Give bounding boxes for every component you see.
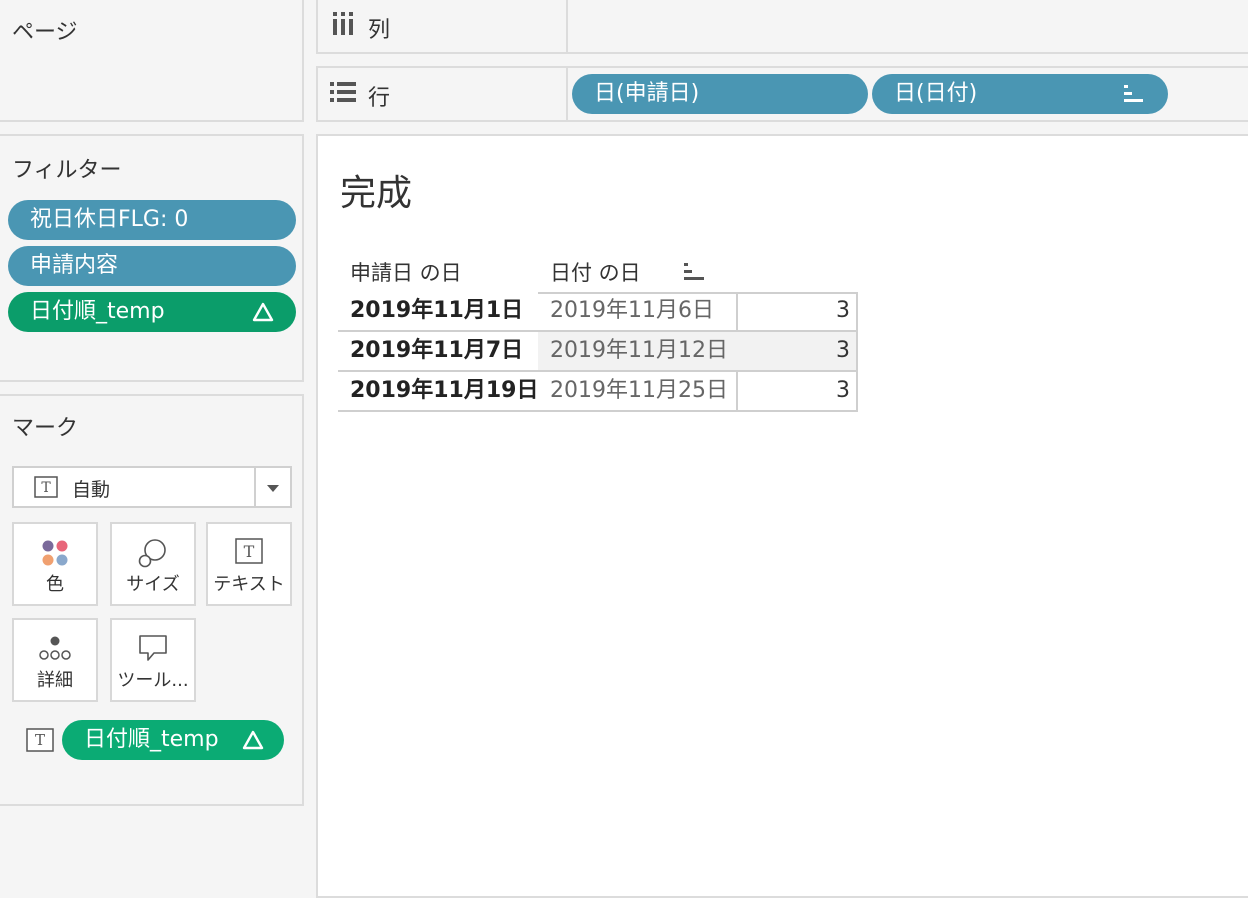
columns-icon bbox=[333, 12, 353, 35]
sort-descending-icon[interactable] bbox=[684, 262, 706, 282]
rows-pill-label: 日(申請日) bbox=[594, 81, 700, 106]
rows-shelf-label: 行 bbox=[368, 86, 391, 111]
table-calc-delta-icon bbox=[252, 302, 274, 322]
grid-line bbox=[338, 410, 858, 412]
detail-icon bbox=[39, 636, 71, 660]
row-header-date-day[interactable]: 2019年11月25日 bbox=[550, 372, 728, 410]
rows-pill-date-day[interactable]: 日(日付) bbox=[872, 74, 1168, 114]
table-calc-delta-icon bbox=[242, 730, 264, 750]
dropdown-divider bbox=[254, 468, 256, 506]
row-header-application-day[interactable]: 2019年11月19日 bbox=[350, 372, 538, 410]
grid-line bbox=[736, 372, 738, 410]
filter-pill-label: 祝日休日FLG: 0 bbox=[30, 207, 189, 232]
marks-panel: マーク T 自動 色 サイズ T テキスト 詳細 ツール... T 日付順_te… bbox=[0, 394, 304, 806]
filter-pill-label: 申請内容 bbox=[30, 253, 119, 278]
size-icon bbox=[138, 539, 166, 568]
text-encoding-icon[interactable]: T bbox=[26, 728, 54, 752]
filters-title: フィルター bbox=[12, 158, 122, 183]
marks-title: マーク bbox=[12, 416, 79, 441]
value-cell[interactable]: 3 bbox=[836, 372, 850, 410]
mark-card-size[interactable]: サイズ bbox=[110, 522, 196, 606]
rows-icon bbox=[330, 82, 356, 102]
columns-shelf-label: 列 bbox=[368, 18, 391, 43]
svg-text:T: T bbox=[41, 480, 51, 496]
sheet-title: 完成 bbox=[340, 173, 413, 214]
columns-shelf[interactable]: 列 bbox=[316, 0, 1248, 54]
mark-card-text[interactable]: T テキスト bbox=[206, 522, 292, 606]
rows-pill-label: 日(日付) bbox=[894, 81, 978, 106]
column-header-date-day[interactable]: 日付 の日 bbox=[550, 254, 641, 292]
grid-line bbox=[736, 292, 738, 330]
row-header-application-day[interactable]: 2019年11月1日 bbox=[350, 292, 523, 330]
mark-card-label: テキスト bbox=[213, 574, 285, 595]
svg-text:T: T bbox=[244, 542, 255, 561]
value-cell[interactable]: 3 bbox=[836, 332, 850, 370]
pages-panel: ページ bbox=[0, 0, 304, 122]
tooltip-icon bbox=[139, 635, 167, 661]
grid-line bbox=[856, 292, 858, 412]
pages-title: ページ bbox=[12, 20, 78, 45]
row-header-application-day[interactable]: 2019年11月7日 bbox=[350, 332, 523, 370]
rows-pill-application-day[interactable]: 日(申請日) bbox=[572, 74, 868, 114]
mark-card-color[interactable]: 色 bbox=[12, 522, 98, 606]
crosstab: 2019年11月1日 2019年11月6日 3 2019年11月7日 2019年… bbox=[338, 292, 858, 412]
view-area: 完成 申請日 の日 日付 の日 2019年11月1日 2019年11月6日 3 … bbox=[316, 134, 1248, 898]
value-cell[interactable]: 3 bbox=[836, 292, 850, 330]
mark-card-detail[interactable]: 詳細 bbox=[12, 618, 98, 702]
marks-text-pill[interactable]: 日付順_temp bbox=[62, 720, 284, 760]
column-header-application-day[interactable]: 申請日 の日 bbox=[350, 254, 462, 292]
filter-pill-holiday-flg[interactable]: 祝日休日FLG: 0 bbox=[8, 200, 296, 240]
marks-text-pill-label: 日付順_temp bbox=[84, 727, 219, 752]
filter-pill-label: 日付順_temp bbox=[30, 299, 165, 324]
filter-pill-date-order-temp[interactable]: 日付順_temp bbox=[8, 292, 296, 332]
svg-text:T: T bbox=[35, 731, 45, 749]
sort-descending-icon bbox=[1124, 85, 1143, 102]
rows-shelf[interactable]: 行 日(申請日) 日(日付) bbox=[316, 66, 1248, 122]
shelf-divider bbox=[566, 68, 568, 120]
mark-card-label: ツール... bbox=[117, 670, 189, 691]
text-icon: T bbox=[235, 538, 263, 564]
filter-pill-application-content[interactable]: 申請内容 bbox=[8, 246, 296, 286]
filters-panel: フィルター 祝日休日FLG: 0 申請内容 日付順_temp bbox=[0, 134, 304, 382]
mark-card-label: 詳細 bbox=[37, 670, 73, 691]
mark-card-label: サイズ bbox=[126, 574, 180, 595]
chevron-down-icon[interactable] bbox=[266, 484, 280, 494]
shelf-divider bbox=[566, 0, 568, 52]
row-header-date-day[interactable]: 2019年11月12日 bbox=[550, 332, 728, 370]
mark-type-dropdown[interactable]: T 自動 bbox=[12, 466, 292, 508]
mark-type-label: 自動 bbox=[72, 479, 111, 501]
color-icon bbox=[42, 540, 68, 566]
mark-card-tooltip[interactable]: ツール... bbox=[110, 618, 196, 702]
mark-card-label: 色 bbox=[46, 574, 64, 595]
pane-divider bbox=[304, 0, 316, 890]
row-header-date-day[interactable]: 2019年11月6日 bbox=[550, 292, 714, 330]
text-mark-icon: T bbox=[34, 476, 58, 498]
